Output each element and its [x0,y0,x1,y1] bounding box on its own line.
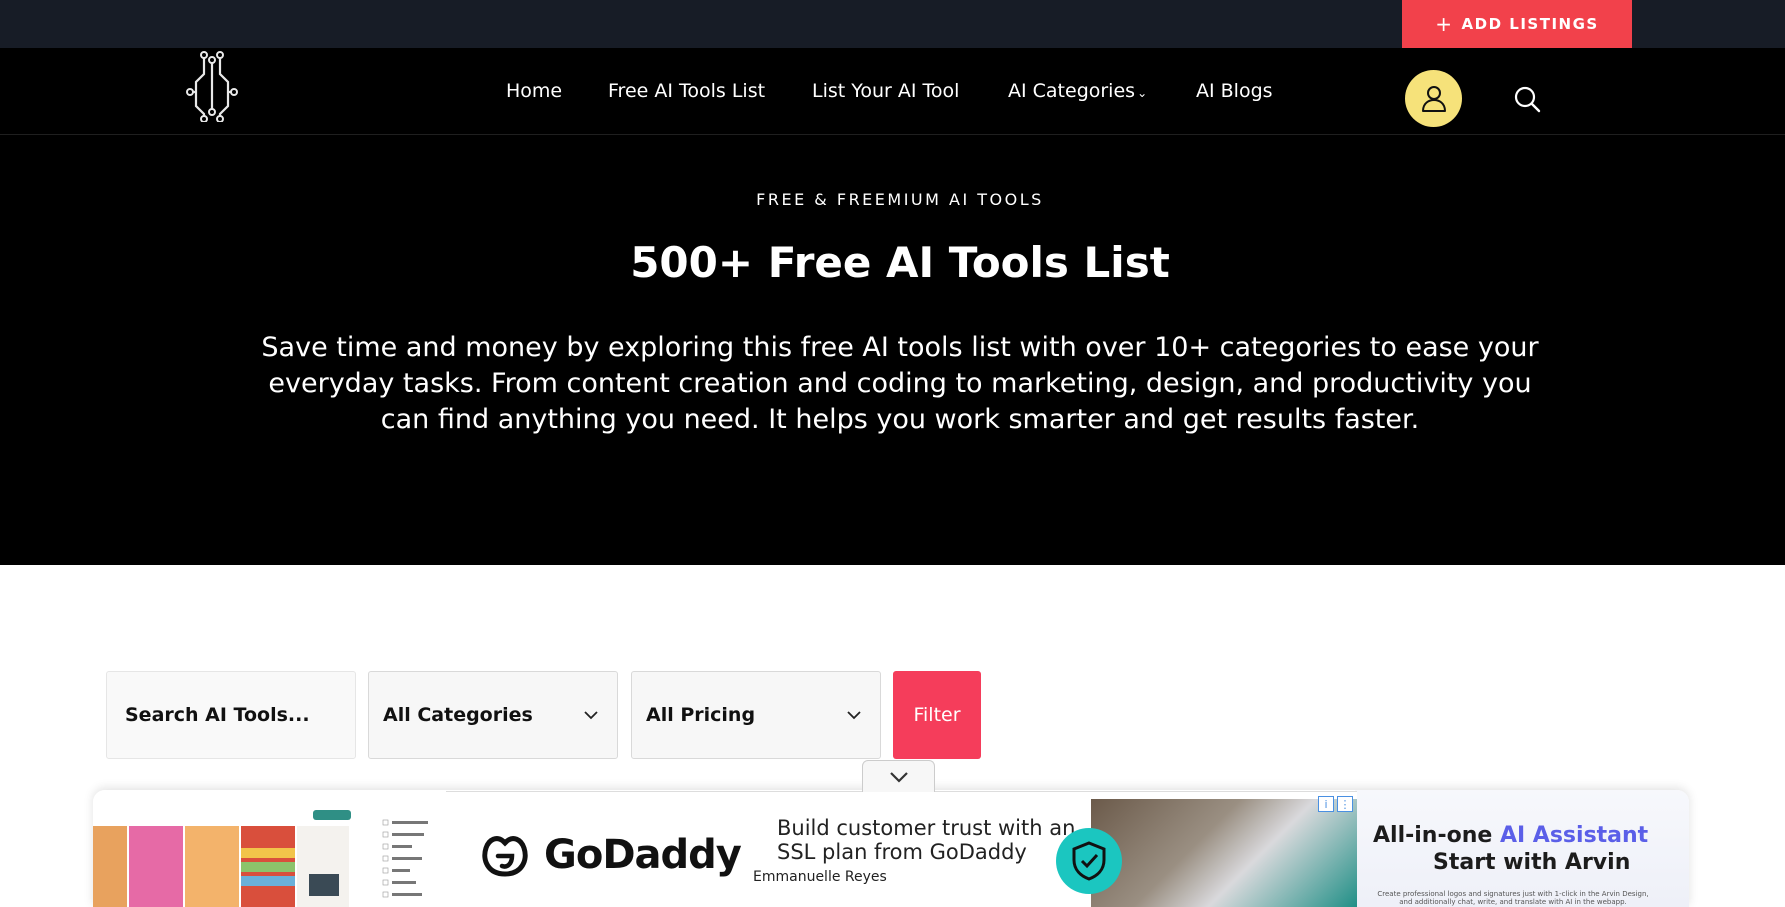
search-tools-input[interactable]: Search AI Tools... [106,671,356,759]
nav-ai-categories-label: AI Categories [1008,80,1136,102]
arvin-title-highlight: AI Assistant [1499,823,1649,848]
hero-description: Save time and money by exploring this fr… [261,332,1539,435]
ad-brand-logo: GoDaddy [476,830,742,880]
ad-collapse-toggle[interactable] [862,760,935,792]
arvin-card-note: Create professional logos and signatures… [1377,890,1649,906]
pricing-select[interactable]: All Pricing [631,671,881,759]
ad-person-name: Emmanuelle Reyes [753,869,887,885]
chevron-down-icon [889,771,908,783]
ad-brand-name: GoDaddy [544,832,742,878]
site-logo[interactable] [186,50,238,122]
arvin-title-plain: All-in-one [1373,823,1500,848]
ad-choices[interactable]: i ⋮ [1318,796,1353,812]
pricing-select-value: All Pricing [646,704,756,726]
chevron-down-icon: ⌄ [1137,86,1148,100]
nav-home[interactable]: Home [506,80,562,102]
page-title: 500+ Free AI Tools List [630,238,1170,287]
filter-button[interactable]: Filter [893,671,981,759]
anchor-advertisement[interactable]: GoDaddy Build customer trust with an SSL… [446,791,1357,907]
nav-free-ai-tools-list[interactable]: Free AI Tools List [608,80,765,102]
plus-icon: + [1435,12,1454,36]
ad-headline-2: SSL plan from GoDaddy [777,840,1027,864]
nav-list-your-ai-tool[interactable]: List Your AI Tool [812,80,959,102]
search-icon[interactable] [1512,84,1542,114]
book-covers-image [93,810,428,907]
add-listings-button[interactable]: + ADD LISTINGS [1402,0,1632,48]
info-icon[interactable]: i [1318,796,1334,812]
chevron-down-icon [847,711,861,720]
nav-ai-categories[interactable]: AI Categories ⌄ [1008,80,1147,102]
chevron-down-icon [584,711,598,720]
arvin-card-subtitle: Start with Arvin [1433,850,1631,875]
category-select[interactable]: All Categories [368,671,618,759]
more-options-icon[interactable]: ⋮ [1337,796,1353,812]
user-account-button[interactable] [1405,70,1462,127]
ad-photo [1091,799,1357,907]
shield-check-icon [1072,841,1106,881]
ad-shield-badge [1056,828,1122,894]
user-icon [1421,85,1446,112]
arvin-card-title: All-in-one AI Assistant [1373,823,1648,848]
add-listings-label: ADD LISTINGS [1461,15,1599,33]
godaddy-logo-icon [482,836,528,877]
nav-ai-blogs[interactable]: AI Blogs [1196,80,1273,102]
hero-eyebrow: FREE & FREEMIUM AI TOOLS [756,190,1044,209]
ad-headline-1: Build customer trust with an [777,816,1076,840]
category-select-value: All Categories [383,704,533,726]
tool-card-preview[interactable] [93,790,493,907]
